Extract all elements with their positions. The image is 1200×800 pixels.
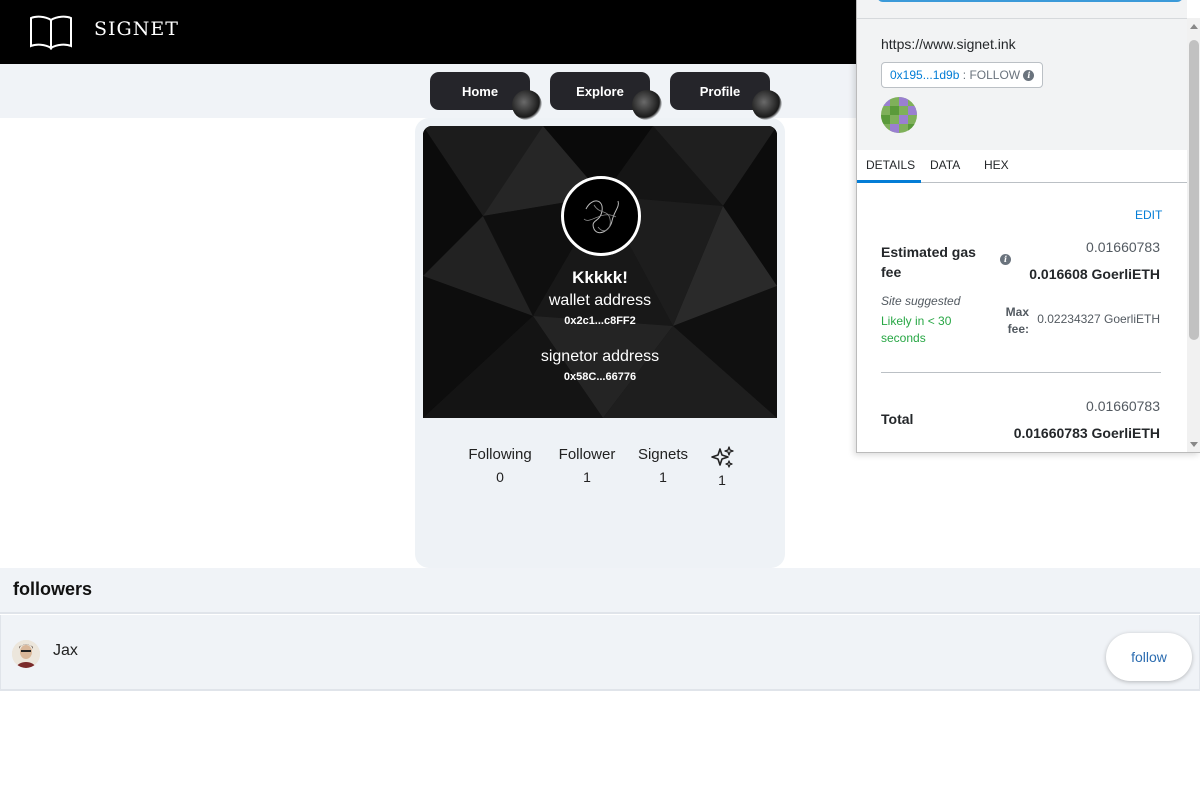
site-suggested-label: Site suggested [881, 294, 961, 308]
edit-gas-link[interactable]: EDIT [1135, 208, 1162, 222]
scroll-up-icon[interactable] [1190, 24, 1198, 29]
max-fee-value: 0.02234327 GoerliETH [1037, 312, 1160, 326]
popup-tabs: DETAILS DATA HEX [857, 150, 1187, 183]
contract-address[interactable]: 0x195...1d9b [890, 68, 959, 82]
wallet-address-label: wallet address [548, 292, 652, 309]
account-identicon [881, 97, 917, 133]
gas-fee-primary: 0.016608 GoerliETH [1029, 266, 1160, 282]
decorative-orb [632, 90, 662, 120]
stat-signets-label: Signets [637, 446, 689, 463]
total-primary: 0.01660783 GoerliETH [1013, 425, 1160, 441]
contract-method-chip[interactable]: 0x195...1d9b : FOLLOW i [881, 62, 1044, 88]
scrollbar-thumb[interactable] [1189, 40, 1199, 340]
follower-name[interactable]: Jax [53, 642, 78, 660]
wallet-address-value[interactable]: 0x2c1...c8FF2 [423, 315, 777, 327]
nav-home-label: Home [461, 83, 499, 99]
stat-following[interactable]: Following 0 [463, 446, 537, 485]
follow-button[interactable]: follow [1106, 633, 1192, 681]
follower-row: Jax follow [0, 615, 1200, 691]
stat-signets-value: 1 [659, 469, 667, 485]
stat-follower[interactable]: Follower 1 [553, 446, 621, 485]
scroll-down-icon[interactable] [1190, 442, 1198, 447]
account-selector-edge[interactable] [877, 0, 1183, 2]
profile-card: Kkkkk! wallet address 0x2c1...c8FF2 sign… [415, 118, 785, 568]
sparkles-icon [711, 446, 734, 468]
tab-hex[interactable]: HEX [984, 158, 1009, 172]
avatar-scribble-image [583, 200, 619, 234]
wallet-confirmation-popup: https://www.signet.ink 0x195...1d9b : FO… [856, 0, 1200, 453]
stat-follower-value: 1 [583, 469, 591, 485]
popup-divider [857, 18, 1187, 19]
stat-sparkles[interactable]: 1 [707, 446, 737, 488]
profile-banner: Kkkkk! wallet address 0x2c1...c8FF2 sign… [423, 126, 777, 418]
nav-profile-button[interactable]: Profile [670, 72, 782, 120]
logo-text[interactable]: SIGNET [94, 18, 179, 40]
fee-divider [881, 372, 1161, 373]
site-origin: https://www.signet.ink [881, 36, 1016, 52]
popup-scrollbar[interactable] [1187, 18, 1200, 452]
tab-data[interactable]: DATA [930, 158, 960, 172]
followers-title: followers [13, 579, 93, 599]
stat-signets[interactable]: Signets 1 [633, 446, 693, 485]
estimated-gas-label: Estimated gas fee [881, 244, 976, 280]
followers-section-header: followers [0, 568, 1200, 614]
total-secondary: 0.01660783 [1086, 398, 1160, 414]
stat-following-label: Following [468, 446, 532, 463]
decorative-orb [752, 90, 782, 120]
method-separator: : [962, 68, 967, 82]
decorative-orb [512, 90, 542, 120]
popup-header: https://www.signet.ink 0x195...1d9b : FO… [857, 0, 1187, 150]
stat-following-value: 0 [496, 469, 504, 485]
gas-fee-secondary: 0.01660783 [1086, 239, 1160, 255]
stat-sparkles-value: 1 [718, 472, 726, 488]
gas-info-icon[interactable]: i [1000, 254, 1011, 265]
max-fee-label: Max fee: [1005, 305, 1029, 336]
signetor-address-label: signetor address [540, 348, 660, 365]
open-book-icon[interactable] [28, 14, 74, 50]
nav-home-button[interactable]: Home [430, 72, 542, 120]
tab-details[interactable]: DETAILS [866, 158, 915, 172]
active-tab-indicator [857, 180, 921, 183]
stat-follower-label: Follower [558, 446, 616, 463]
app-root: SIGNET Home Explore Profile Kkkkk! walle… [0, 0, 1200, 800]
profile-avatar[interactable] [561, 176, 641, 256]
nav-profile-label: Profile [699, 83, 741, 99]
nav-explore-label: Explore [576, 83, 624, 99]
follower-avatar-image [12, 640, 40, 668]
contract-method: FOLLOW [969, 68, 1021, 82]
follower-avatar[interactable] [12, 640, 40, 668]
likely-time-estimate: Likely in < 30 seconds [881, 314, 952, 345]
total-label: Total [881, 411, 914, 427]
signetor-address-value[interactable]: 0x58C...66776 [423, 371, 777, 383]
info-icon[interactable]: i [1023, 70, 1035, 82]
nav-explore-button[interactable]: Explore [550, 72, 662, 120]
profile-name: Kkkkk! [572, 268, 628, 287]
